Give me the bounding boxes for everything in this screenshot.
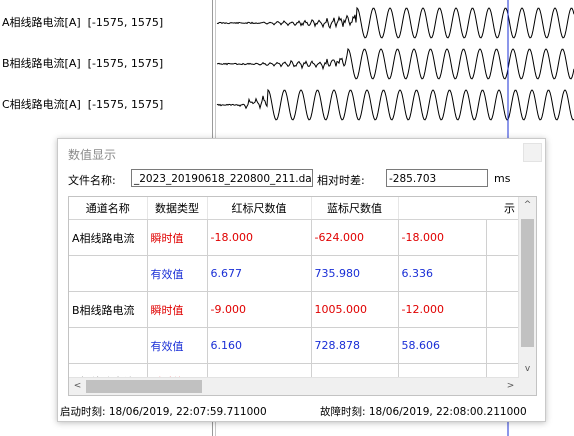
scroll-corner [519,378,536,395]
red-cursor-cell: 6.160 [207,327,312,364]
channel-c-waveform [216,88,574,121]
data-type-cell: 有效值 [147,327,208,364]
col-data-type[interactable]: 数据类型 [147,197,208,220]
start-time-text: 启动时刻: 18/06/2019, 22:07:59.711000 [60,406,267,418]
blue-cursor-cell: 728.878 [311,327,399,364]
extra-value-cell: 6.336 [398,255,487,292]
extra-value-cell: 58.606 [398,327,487,364]
blue-cursor-cell: -624.000 [311,219,399,256]
extra-value-cell-2 [486,291,520,328]
channel-b-waveform [217,47,574,80]
blue-cursor-cell: 1005.000 [311,291,399,328]
channel-name-cell: A相线路电流 [69,219,148,256]
horizontal-scrollbar[interactable]: < > [69,377,519,395]
channel-name-cell [69,327,148,364]
channel-name-cell [69,255,148,292]
extra-value-cell-2 [486,327,520,364]
vertical-scrollbar[interactable]: ^ v [518,197,536,378]
scroll-right-icon[interactable]: > [502,378,519,395]
channel-name-cell: B相线路电流 [69,291,148,328]
scroll-up-icon[interactable]: ^ [519,197,536,214]
red-cursor-cell: -9.000 [207,291,312,328]
blue-cursor-cell: 735.980 [311,255,399,292]
channel-a-waveform [216,6,574,39]
fault-time-text: 故障时刻: 18/06/2019, 22:08:00.211000 [320,406,527,418]
status-bar: 启动时刻: 18/06/2019, 22:07:59.711000 故障时刻: … [58,401,545,421]
horizontal-scroll-thumb[interactable] [86,380,202,393]
extra-value-cell-2 [486,255,520,292]
table-row[interactable]: B相线路电流 瞬时值 -9.000 1005.000 -12.000 [69,291,520,328]
table-row[interactable]: A相线路电流 瞬时值 -18.000 -624.000 -18.000 [69,219,520,256]
col-red-cursor-value[interactable]: 红标尺数值 [207,197,312,220]
col-channel-name[interactable]: 通道名称 [69,197,148,220]
close-button[interactable] [523,143,542,162]
diff-unit-label: ms [494,172,511,185]
vertical-scroll-thumb[interactable] [521,219,534,347]
file-name-field[interactable]: _2023_20190618_220800_211.dat [131,169,313,187]
red-cursor-cell: 6.677 [207,255,312,292]
extra-value-cell-2 [486,219,520,256]
value-display-dialog: 数值显示 文件名称: _2023_20190618_220800_211.dat… [57,138,546,422]
values-table[interactable]: 通道名称 数据类型 红标尺数值 蓝标尺数值 示 A相线路电流 瞬时值 -18.000… [68,196,537,396]
dialog-title: 数值显示 [68,148,117,162]
data-type-cell: 有效值 [147,255,208,292]
data-type-cell: 瞬时值 [147,291,208,328]
relative-diff-label: 相对时差: [317,174,365,187]
col-blue-cursor-value[interactable]: 蓝标尺数值 [311,197,399,220]
table-header-row: 通道名称 数据类型 红标尺数值 蓝标尺数值 示 [69,197,519,220]
scroll-left-icon[interactable]: < [69,378,86,395]
col-extra[interactable] [398,197,486,220]
extra-value-cell: -18.000 [398,219,487,256]
waveform-traces [216,6,574,121]
extra-value-cell: -12.000 [398,291,487,328]
red-cursor-cell: -18.000 [207,219,312,256]
col-extra-2[interactable]: 示 [486,197,519,220]
table-row[interactable]: 有效值 6.160 728.878 58.606 [69,327,520,364]
file-name-label: 文件名称: [68,174,116,187]
relative-diff-field[interactable]: -285.703 [386,169,488,187]
scroll-down-icon[interactable]: v [519,361,536,378]
data-type-cell: 瞬时值 [147,219,208,256]
table-row[interactable]: 有效值 6.677 735.980 6.336 [69,255,520,292]
